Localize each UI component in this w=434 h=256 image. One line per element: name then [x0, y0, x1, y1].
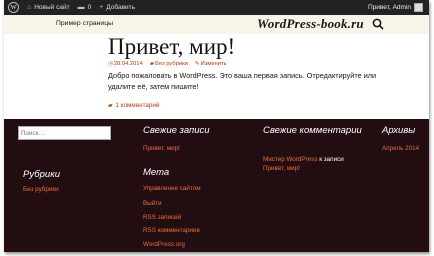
comment-icon: ▰ [108, 103, 113, 109]
comment-author-link[interactable]: Мистер WordPress [263, 156, 318, 163]
category-link[interactable]: Без рубрики [23, 186, 59, 193]
widget-title-recent-comments: Свежие комментарии [263, 125, 362, 136]
meta-link-rss-comments[interactable]: RSS комментариев [143, 227, 200, 234]
comment-bubble-icon: ▬ [77, 4, 85, 11]
site-name-menu[interactable]: ⌂ Новый сайт [23, 0, 74, 15]
meta-link-wordpress-org[interactable]: WordPress.org [143, 241, 185, 248]
widget-title-recent-posts: Свежие записи [143, 125, 210, 136]
site-name-label: Новый сайт [34, 4, 70, 11]
archive-link[interactable]: Апрель 2014 [382, 145, 419, 152]
meta-link-admin[interactable]: Управление сайтом [143, 185, 201, 192]
new-content-label: Добавить [106, 4, 136, 11]
comment-post-link[interactable]: Привет, мир! [263, 165, 300, 172]
browser-frame: W ⌂ Новый сайт ▬ 0 + Добавить Привет, Ad… [4, 0, 429, 252]
admin-bar: W ⌂ Новый сайт ▬ 0 + Добавить Привет, Ad… [4, 0, 429, 15]
widget-title-meta: Мета [143, 167, 170, 178]
post-title[interactable]: Привет, мир! [108, 34, 235, 60]
plus-icon: + [99, 4, 104, 11]
post-meta: ◷ 28.04.2014 ▰ Без рубрики ✎ Изменить [108, 61, 227, 67]
comments-menu[interactable]: ▬ 0 [74, 0, 96, 15]
post-date: 28.04.2014 [113, 61, 143, 67]
footer-widgets: Свежие записи Привет, мир! Свежие коммен… [4, 119, 429, 252]
comment-connector: к записи [319, 156, 344, 163]
account-menu[interactable]: Привет, Admin [368, 3, 429, 12]
wordpress-icon: W [8, 2, 19, 13]
search-input[interactable] [18, 126, 111, 140]
meta-link-rss-posts[interactable]: RSS записей [143, 214, 181, 221]
meta-link-logout[interactable]: Выйти [143, 200, 162, 207]
comments-label: 1 комментарий [115, 102, 160, 109]
wp-logo-button[interactable]: W [4, 0, 23, 15]
search-icon[interactable] [372, 18, 384, 30]
post-category: Без рубрики [155, 61, 188, 67]
edit-post-link[interactable]: ✎ Изменить [195, 61, 227, 67]
home-icon: ⌂ [27, 4, 32, 11]
recent-post-link[interactable]: Привет, мир! [143, 145, 180, 152]
clock-icon: ◷ [108, 61, 113, 67]
edit-label: Изменить [200, 61, 227, 67]
post-content: Привет, мир! ◷ 28.04.2014 ▰ Без рубрики … [4, 34, 429, 119]
avatar [414, 3, 423, 12]
post-body: Добро пожаловать в WordPress. Это ваша п… [108, 71, 377, 91]
post-date-link[interactable]: ◷ 28.04.2014 [108, 61, 143, 67]
site-navigation: Пример страницы WordPress-book.ru [4, 15, 429, 34]
account-greeting: Привет, Admin [368, 4, 411, 11]
comments-link[interactable]: ▰ 1 комментарий [108, 102, 159, 109]
nav-item-sample-page[interactable]: Пример страницы [56, 20, 113, 27]
new-content-menu[interactable]: + Добавить [95, 0, 139, 15]
post-category-link[interactable]: ▰ Без рубрики [150, 61, 188, 67]
folder-icon: ▰ [149, 61, 155, 67]
pencil-icon: ✎ [194, 61, 200, 67]
recent-comment-item: Мистер WordPress к записи [263, 156, 344, 163]
widget-title-categories: Рубрики [23, 169, 60, 180]
watermark-text: WordPress-book.ru [257, 16, 364, 31]
comments-count: 0 [87, 4, 92, 11]
widget-title-archives: Архивы [382, 125, 416, 136]
